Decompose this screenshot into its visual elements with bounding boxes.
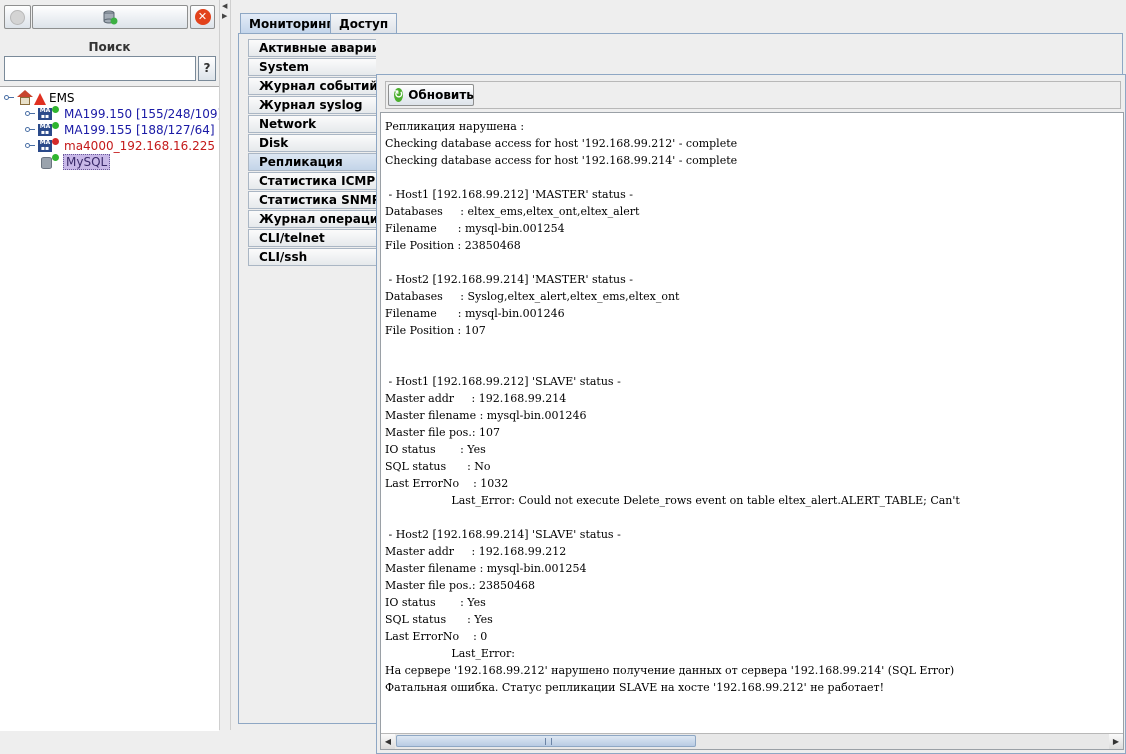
- side-tab-item[interactable]: Журнал операций: [248, 210, 376, 228]
- device-alarm-icon: MA ▪▪: [38, 138, 60, 154]
- replication-panel: ↻ Обновить Репликация нарушена : Checkin…: [376, 74, 1126, 754]
- side-tab-item[interactable]: Активные аварии: [248, 39, 376, 57]
- side-tab-item[interactable]: Репликация: [248, 153, 376, 171]
- device-icon: MA ▪▪: [38, 106, 60, 122]
- tree-root[interactable]: EMS: [4, 90, 75, 106]
- side-tab-item[interactable]: Disk: [248, 134, 376, 152]
- main-panel: Мониторинг Доступ Активные аварии System Ж…: [231, 0, 1126, 754]
- scroll-left-icon[interactable]: ◀: [381, 734, 395, 749]
- tree-item-device[interactable]: MA ▪▪ ma4000_192.168.16.225: [25, 138, 215, 154]
- side-tab-item[interactable]: Статистика SNMP: [248, 191, 376, 209]
- toolbar: ↻ Обновить: [385, 81, 1121, 109]
- refresh-label: Обновить: [408, 88, 474, 102]
- tree-root-label: EMS: [49, 91, 75, 105]
- side-tab-item[interactable]: Network: [248, 115, 376, 133]
- tree-item-label: MySQL: [63, 154, 111, 170]
- replication-log[interactable]: Репликация нарушена : Checking database …: [380, 112, 1124, 750]
- close-button[interactable]: ✕: [190, 5, 215, 29]
- back-icon: [10, 9, 25, 25]
- navigator-panel: ✕ Поиск ? EMS MA ▪▪ MA199.150 [155/248/10…: [0, 0, 222, 731]
- tab-access[interactable]: Доступ: [330, 13, 398, 34]
- tree-item-device[interactable]: MA ▪▪ MA199.155 [188/127/64]: [25, 122, 215, 138]
- side-tab-item[interactable]: System: [248, 58, 376, 76]
- tree-item-device[interactable]: MA ▪▪ MA199.150 [155/248/109]: [25, 106, 222, 122]
- search-label: Поиск: [88, 40, 131, 54]
- refresh-button[interactable]: ↻ Обновить: [388, 84, 474, 106]
- expand-right-icon[interactable]: ▶: [222, 12, 227, 20]
- scroll-right-icon[interactable]: ▶: [1109, 734, 1123, 749]
- device-tree: EMS MA ▪▪ MA199.150 [155/248/109] MA ▪▪ MA…: [0, 86, 222, 731]
- search-input[interactable]: [4, 56, 196, 81]
- home-warning-icon: [17, 90, 47, 106]
- database-icon: [41, 154, 59, 170]
- expand-key-icon[interactable]: [25, 141, 35, 151]
- side-tab-item[interactable]: Журнал событий: [248, 77, 376, 95]
- log-text: Репликация нарушена : Checking database …: [385, 120, 960, 694]
- device-icon: MA ▪▪: [38, 122, 60, 138]
- side-tab-item[interactable]: Статистика ICMP: [248, 172, 376, 190]
- tree-item-mysql[interactable]: MySQL: [41, 154, 111, 170]
- tab-monitoring[interactable]: Мониторинг: [240, 13, 342, 34]
- scroll-thumb[interactable]: [396, 735, 696, 747]
- horizontal-scrollbar[interactable]: ◀ ▶: [381, 733, 1123, 749]
- side-tab-item[interactable]: CLI/ssh: [248, 248, 376, 266]
- refresh-icon: ↻: [394, 88, 404, 102]
- search-help-button[interactable]: ?: [198, 56, 216, 81]
- panel-splitter[interactable]: ◀ ▶: [219, 0, 231, 730]
- expand-key-icon[interactable]: [25, 125, 35, 135]
- expand-key-icon[interactable]: [4, 93, 14, 103]
- collapse-left-icon[interactable]: ◀: [222, 2, 227, 10]
- side-tab-item[interactable]: Журнал syslog: [248, 96, 376, 114]
- database-icon: [103, 10, 118, 25]
- back-button[interactable]: [4, 5, 31, 29]
- close-icon: ✕: [194, 9, 211, 25]
- tree-item-label: ma4000_192.168.16.225: [64, 139, 216, 153]
- tree-item-label: MA199.155 [188/127/64]: [64, 123, 215, 137]
- monitoring-frame: Активные аварии System Журнал событий Журна…: [238, 33, 1126, 754]
- tree-item-label: MA199.150 [155/248/109]: [64, 107, 223, 121]
- side-tab-item[interactable]: CLI/telnet: [248, 229, 376, 247]
- expand-key-icon[interactable]: [25, 109, 35, 119]
- database-view-button[interactable]: [32, 5, 188, 29]
